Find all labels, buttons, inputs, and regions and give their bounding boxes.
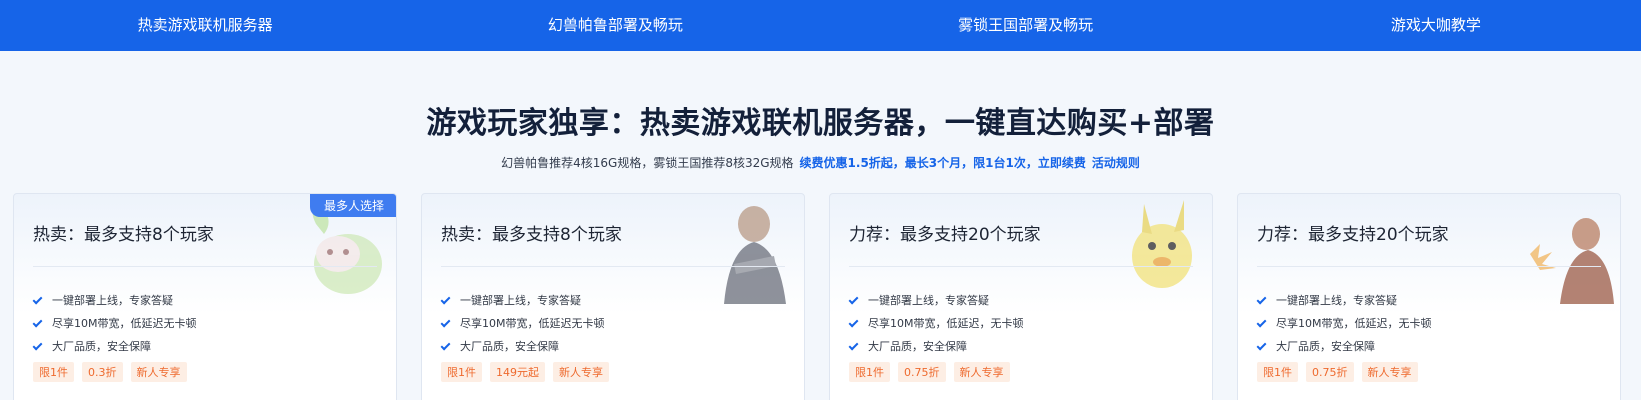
card-title: 力荐：最多支持20个玩家 [1257,225,1449,245]
warrior-icon [724,206,786,304]
feature-item: 一键部署上线，专家答疑 [32,289,197,312]
feature-item: 尽享10M带宽，低延迟无卡顿 [32,312,197,335]
check-icon [1256,340,1267,350]
check-icon [440,294,451,304]
product-card[interactable]: 最多人选择 热卖：最多支持8个玩家 一键部署上线，专家答疑 尽享10M带宽，低延… [13,193,397,400]
card-title: 热卖：最多支持8个玩家 [33,225,214,245]
nav-item-palworld[interactable]: 幻兽帕鲁部署及畅玩 [410,0,820,51]
product-card[interactable]: 热卖：最多支持8个玩家 一键部署上线，专家答疑 尽享10M带宽，低延迟无卡顿 大… [421,193,805,400]
feature-list: 一键部署上线，专家答疑 尽享10M带宽，低延迟，无卡顿 大厂品质，安全保障 [848,289,1024,358]
most-popular-badge: 最多人选择 [309,194,396,217]
check-icon [32,340,43,350]
tag-price: 149元起 [490,362,545,382]
card-title: 热卖：最多支持8个玩家 [441,225,622,245]
tag-limit: 限1件 [441,362,482,382]
tag-discount: 0.75折 [898,362,946,382]
feature-item: 大厂品质，安全保障 [32,335,197,358]
page-title: 游戏玩家独享：热卖游戏联机服务器，一键直达购买+部署 [426,106,1215,141]
activity-rules-link[interactable]: 活动规则 [1092,156,1140,170]
product-cards: 最多人选择 热卖：最多支持8个玩家 一键部署上线，专家答疑 尽享10M带宽，低延… [13,193,1628,400]
feature-item: 尽享10M带宽，低延迟，无卡顿 [1256,312,1432,335]
card-divider [1257,266,1601,267]
check-icon [32,294,43,304]
feature-item: 一键部署上线，专家答疑 [440,289,605,312]
subtitle-text: 幻兽帕鲁推荐4核16G规格，雾锁王国推荐8核32G规格 [501,156,794,170]
tag-row: 限1件 0.3折 新人专享 [33,362,195,382]
tag-discount: 0.75折 [1306,362,1354,382]
check-icon [848,317,859,327]
tag-limit: 限1件 [849,362,890,382]
product-card[interactable]: 力荐：最多支持20个玩家 一键部署上线，专家答疑 尽享10M带宽，低延迟，无卡顿… [829,193,1213,400]
nav-item-hot-servers[interactable]: 热卖游戏联机服务器 [0,0,410,51]
tag-row: 限1件 0.75折 新人专享 [849,362,1018,382]
feature-item: 一键部署上线，专家答疑 [848,289,1024,312]
tag-discount: 0.3折 [82,362,123,382]
page-subtitle: 幻兽帕鲁推荐4核16G规格，雾锁王国推荐8核32G规格 续费优惠1.5折起，最长3… [0,154,1641,171]
product-card[interactable]: 力荐：最多支持20个玩家 一键部署上线，专家答疑 尽享10M带宽，低延迟，无卡顿… [1237,193,1621,400]
feature-item: 一键部署上线，专家答疑 [1256,289,1432,312]
armored-knight-icon [1530,218,1614,304]
card-title: 力荐：最多支持20个玩家 [849,225,1041,245]
feature-item: 大厂品质，安全保障 [848,335,1024,358]
tag-new-user: 新人专享 [130,362,187,382]
card-divider [441,266,785,267]
feature-item: 大厂品质，安全保障 [440,335,605,358]
card-divider [33,266,377,267]
renewal-highlight[interactable]: 续费优惠1.5折起，最长3个月，限1台1次，立即续费 [800,156,1086,170]
feature-item: 尽享10M带宽，低延迟，无卡顿 [848,312,1024,335]
nav-item-enshrouded[interactable]: 雾锁王国部署及畅玩 [821,0,1231,51]
feature-item: 大厂品质，安全保障 [1256,335,1432,358]
check-icon [32,317,43,327]
tag-new-user: 新人专享 [953,362,1010,382]
tag-row: 限1件 149元起 新人专享 [441,362,617,382]
tag-new-user: 新人专享 [1361,362,1418,382]
tag-row: 限1件 0.75折 新人专享 [1257,362,1426,382]
check-icon [1256,317,1267,327]
top-nav: 热卖游戏联机服务器 幻兽帕鲁部署及畅玩 雾锁王国部署及畅玩 游戏大咖教学 [0,0,1641,51]
tag-new-user: 新人专享 [553,362,609,382]
tag-limit: 限1件 [33,362,74,382]
check-icon [440,340,451,350]
feature-list: 一键部署上线，专家答疑 尽享10M带宽，低延迟无卡顿 大厂品质，安全保障 [32,289,197,358]
feature-list: 一键部署上线，专家答疑 尽享10M带宽，低延迟，无卡顿 大厂品质，安全保障 [1256,289,1432,358]
card-divider [849,266,1193,267]
check-icon [440,317,451,327]
yellow-creature-icon [1132,200,1192,288]
tag-limit: 限1件 [1257,362,1298,382]
nav-item-tutorials[interactable]: 游戏大咖教学 [1231,0,1641,51]
check-icon [848,294,859,304]
feature-list: 一键部署上线，专家答疑 尽享10M带宽，低延迟无卡顿 大厂品质，安全保障 [440,289,605,358]
check-icon [848,340,859,350]
check-icon [1256,294,1267,304]
feature-item: 尽享10M带宽，低延迟无卡顿 [440,312,605,335]
